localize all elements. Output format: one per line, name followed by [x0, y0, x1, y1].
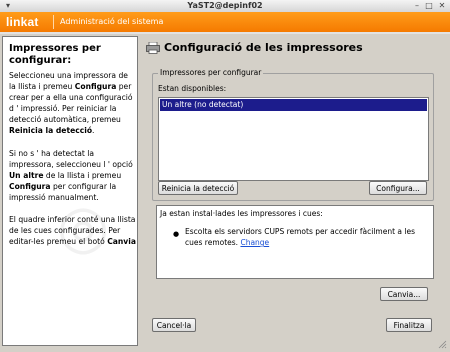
edit-button[interactable]: Canvia... [380, 287, 428, 301]
printer-list[interactable]: Un altre (no detectat) [158, 97, 429, 181]
installed-queues-box: Ja estan instal·lades les impressores i … [156, 205, 434, 279]
page-title: Configuració de les impressores [164, 41, 363, 54]
banner-subtitle: Administració del sistema [60, 17, 164, 26]
group-label: Impressores per configurar [158, 68, 264, 77]
app-banner: linkat Administració del sistema [0, 12, 450, 34]
help-heading: Impressores per configurar: [9, 43, 101, 66]
close-icon[interactable]: ✕ [437, 1, 447, 10]
maximize-icon[interactable]: □ [424, 1, 434, 10]
installed-label: Ja estan instal·lades les impressores i … [160, 209, 323, 218]
available-label: Estan disponibles: [158, 84, 227, 93]
printers-to-configure-group: Impressores per configurar Estan disponi… [152, 68, 434, 201]
configure-button[interactable]: Configura... [369, 181, 427, 195]
finish-button[interactable]: Finalitza [386, 318, 432, 332]
restart-detection-button[interactable]: Reinicia la detecció [158, 181, 238, 195]
minimize-icon[interactable]: – [412, 1, 422, 10]
bullet-icon: ● [173, 230, 180, 238]
help-panel: ◎ Impressores per configurar: Seleccione… [2, 36, 138, 346]
resize-grip-icon[interactable] [437, 339, 447, 349]
help-paragraph-1: Seleccioneu una impressora de la llista … [9, 71, 133, 135]
help-paragraph-2: Si no s ' ha detectat la impressora, sel… [9, 149, 133, 202]
printer-icon [146, 42, 160, 54]
cancel-button[interactable]: Cancel·la [152, 318, 196, 332]
main-content: Configuració de les impressores Impresso… [140, 36, 442, 344]
change-link[interactable]: Change [240, 238, 269, 247]
list-item[interactable]: Un altre (no detectat) [160, 99, 427, 111]
window-title: YaST2@depinf02 [187, 1, 263, 10]
cups-remote-text: Escolta els servidors CUPS remots per ac… [185, 227, 415, 247]
banner-separator [53, 15, 54, 29]
linkat-logo: linkat [6, 15, 39, 29]
help-paragraph-3: El quadre inferior conté una llista de l… [9, 215, 136, 246]
